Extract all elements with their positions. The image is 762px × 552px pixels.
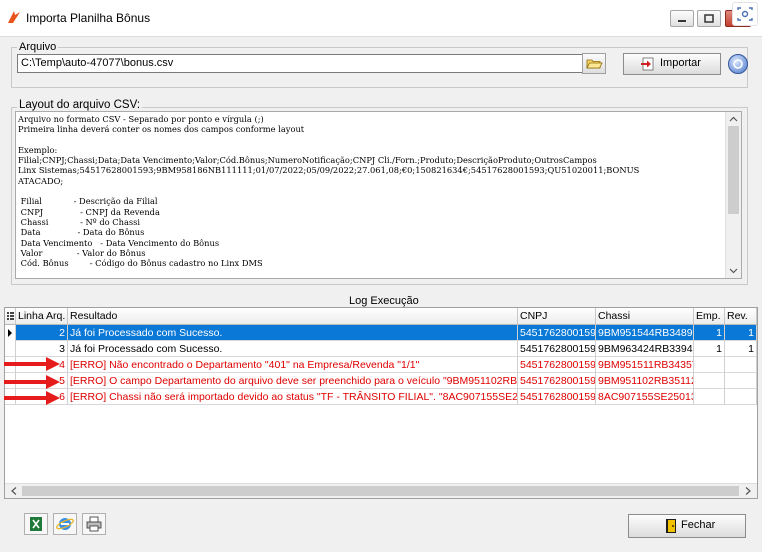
scroll-thumb[interactable] — [22, 486, 739, 496]
table-row[interactable]: 6 [ERRO] Chassi não será importado devid… — [5, 389, 757, 405]
browse-folder-button[interactable] — [582, 53, 606, 74]
folder-open-icon — [586, 59, 603, 69]
grid-indicator-header[interactable] — [5, 308, 16, 324]
cell-emp — [694, 373, 725, 389]
scroll-left-icon[interactable] — [7, 484, 21, 498]
cell-linha: 3 — [16, 341, 68, 357]
cell-resultado: [ERRO] Não encontrado o Departamento "40… — [68, 357, 518, 373]
col-header-cnpj[interactable]: CNPJ — [518, 308, 596, 324]
log-grid[interactable]: Linha Arq. Resultado CNPJ Chassi Emp. Re… — [4, 307, 758, 499]
internet-explorer-icon — [56, 518, 74, 530]
minimize-button[interactable] — [670, 10, 694, 27]
import-button[interactable]: Importar — [623, 53, 721, 75]
cell-cnpj: 54517628001593 — [520, 357, 596, 373]
excel-icon — [30, 517, 42, 531]
table-row[interactable]: 3 Já foi Processado com Sucesso. 5451762… — [5, 341, 757, 357]
log-label: Log Execução — [349, 295, 419, 307]
export-excel-button[interactable] — [24, 513, 48, 535]
annotation-arrow-icon — [4, 391, 60, 405]
print-button[interactable] — [82, 513, 106, 535]
title-bar: Importa Planilha Bônus — [0, 0, 762, 37]
cell-rev — [725, 357, 757, 373]
file-path-input[interactable]: C:\Temp\auto-47077\bonus.csv — [17, 54, 584, 73]
layout-vertical-scrollbar[interactable] — [725, 112, 741, 278]
arquivo-label: Arquivo — [17, 41, 59, 53]
col-header-rev[interactable]: Rev. — [725, 308, 757, 324]
printer-icon — [86, 516, 102, 532]
cell-linha: 2 — [16, 325, 68, 341]
annotation-arrow-icon — [4, 375, 60, 389]
column-chooser-icon — [7, 312, 14, 320]
cell-resultado: [ERRO] O campo Departamento do arquivo d… — [70, 373, 518, 389]
grid-horizontal-scrollbar[interactable] — [5, 483, 757, 498]
cell-emp — [694, 389, 725, 405]
col-header-resultado[interactable]: Resultado — [68, 308, 518, 324]
cell-cnpj: 54517628001593 — [520, 341, 596, 357]
col-header-linha[interactable]: Linha Arq. — [16, 308, 68, 324]
row-pointer-icon — [8, 329, 12, 337]
cell-resultado: Já foi Processado com Sucesso. — [68, 325, 518, 341]
cell-cnpj: 54517628001593 — [520, 325, 596, 341]
close-window-button[interactable]: Fechar — [628, 514, 746, 538]
app-logo-icon — [8, 11, 20, 23]
scroll-right-icon[interactable] — [741, 484, 755, 498]
cell-chassi: 9BM951102RB351129 — [598, 373, 694, 389]
maximize-icon — [704, 14, 714, 23]
table-row[interactable]: 4 [ERRO] Não encontrado o Departamento "… — [5, 357, 757, 373]
exit-door-icon — [666, 519, 676, 533]
scroll-thumb[interactable] — [728, 126, 739, 214]
cell-rev — [725, 373, 757, 389]
cell-chassi: 9BM951544RB348955 — [598, 325, 694, 341]
row-indicator — [5, 341, 16, 357]
annotation-arrow-icon — [4, 357, 60, 371]
export-browser-button[interactable] — [53, 513, 77, 535]
cell-rev: 1 — [725, 341, 757, 357]
minimize-icon — [678, 20, 686, 22]
cell-emp: 1 — [694, 325, 725, 341]
maximize-button[interactable] — [697, 10, 721, 27]
cell-cnpj: 54517628001593 — [520, 389, 596, 405]
cell-resultado: [ERRO] Chassi não será importado devido … — [70, 389, 518, 405]
screen-capture-icon[interactable] — [732, 2, 758, 26]
grid-header: Linha Arq. Resultado CNPJ Chassi Emp. Re… — [5, 308, 757, 325]
cell-rev: 1 — [725, 325, 757, 341]
scroll-down-icon[interactable] — [726, 265, 741, 277]
cell-rev — [725, 389, 757, 405]
scroll-up-icon[interactable] — [726, 113, 741, 125]
table-row[interactable]: 2 Já foi Processado com Sucesso. 5451762… — [5, 325, 757, 341]
cell-emp — [694, 357, 725, 373]
import-button-label: Importar — [660, 57, 701, 69]
cell-resultado: Já foi Processado com Sucesso. — [68, 341, 518, 357]
col-header-chassi[interactable]: Chassi — [596, 308, 694, 324]
cell-cnpj: 54517628001593 — [520, 373, 596, 389]
cell-chassi: 9BM963424RB339424 — [598, 341, 694, 357]
help-button[interactable] — [728, 54, 748, 74]
help-icon — [733, 59, 743, 69]
layout-textarea[interactable]: Arquivo no formato CSV - Separado por po… — [15, 111, 742, 279]
cell-emp: 1 — [694, 341, 725, 357]
cell-chassi: 9BM951511RB343572 — [598, 357, 694, 373]
table-row[interactable]: 5 [ERRO] O campo Departamento do arquivo… — [5, 373, 757, 389]
import-icon — [641, 57, 654, 71]
row-indicator — [5, 325, 16, 341]
cell-chassi: 8AC907155SE250133 — [598, 389, 694, 405]
layout-text: Arquivo no formato CSV - Separado por po… — [18, 114, 640, 269]
layout-label: Layout do arquivo CSV: — [17, 99, 143, 111]
window-title: Importa Planilha Bônus — [26, 11, 151, 25]
fechar-button-label: Fechar — [681, 519, 716, 531]
col-header-emp[interactable]: Emp. — [694, 308, 725, 324]
